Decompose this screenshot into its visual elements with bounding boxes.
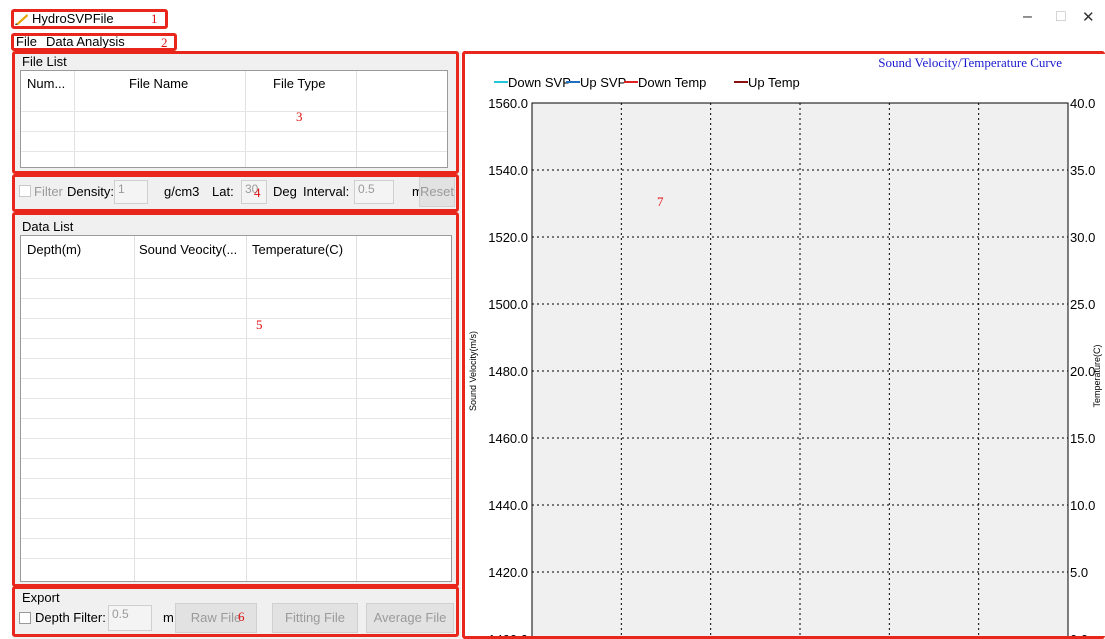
annotation-label-5: 5 (256, 317, 263, 332)
annotation-label-7: 7 (657, 194, 664, 209)
annotation-box-data-list (12, 212, 459, 587)
annotation-label-3: 3 (296, 109, 303, 124)
annotation-label-4: 4 (254, 185, 261, 200)
annotation-box-menu (11, 33, 177, 51)
annotation-label-1: 1 (151, 11, 158, 26)
annotation-box-chart (462, 51, 1105, 639)
annotation-box-filter (12, 174, 459, 212)
close-button[interactable]: ✕ (1082, 8, 1095, 26)
annotation-label-2: 2 (161, 35, 168, 50)
annotation-box-file-list (12, 51, 459, 174)
maximize-button[interactable]: □ (1056, 8, 1066, 26)
annotation-label-6: 6 (238, 609, 245, 624)
minimize-button[interactable]: – (1023, 8, 1032, 26)
annotation-box-export (12, 586, 459, 637)
annotation-box-title (11, 9, 168, 29)
